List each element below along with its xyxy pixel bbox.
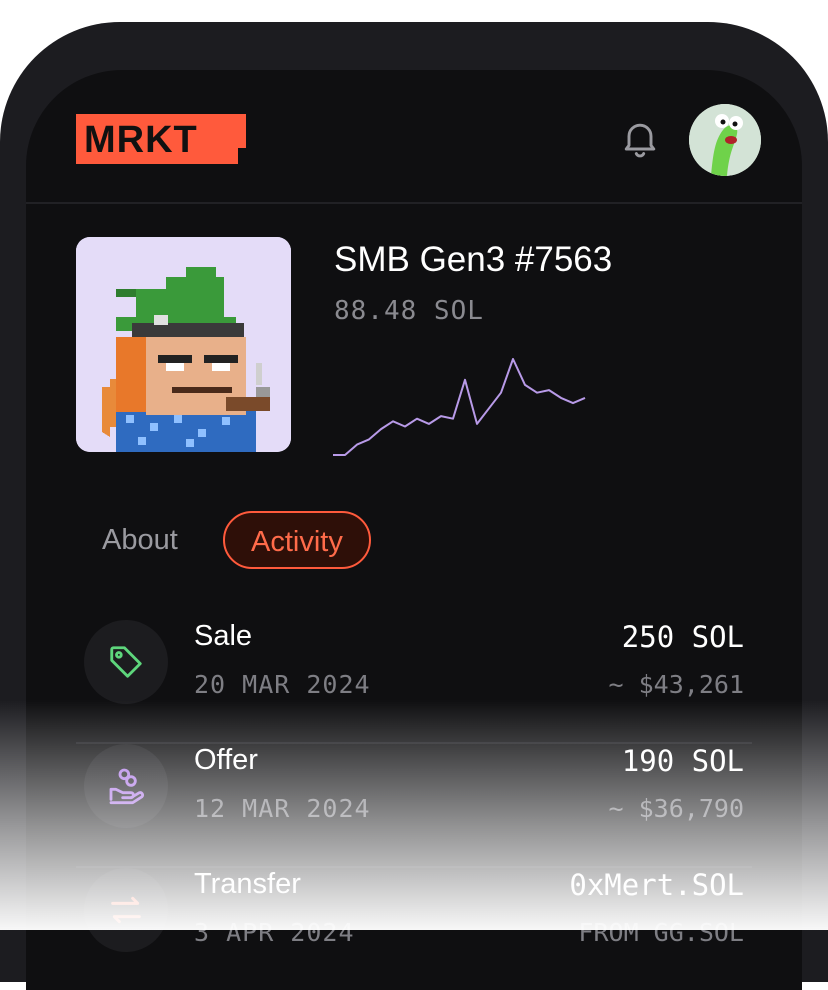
price-sparkline (333, 358, 586, 456)
app-screen: MRKT SMB Gen3 #7563 88.48 SOL About Acti… (26, 70, 802, 990)
user-avatar[interactable] (689, 104, 761, 176)
activity-type: Offer (194, 744, 258, 776)
svg-text:MRKT: MRKT (84, 119, 198, 161)
activity-list: Sale 20 MAR 2024 250 SOL ~ $43,261 Offer… (76, 620, 752, 990)
activity-amount: 250 SOL (621, 620, 744, 654)
nft-price: 88.48 SOL (334, 296, 484, 326)
transfer-arrows-icon (111, 896, 141, 924)
activity-type: Sale (194, 620, 253, 652)
activity-usd-value: ~ $43,261 (608, 670, 744, 699)
activity-date: 3 APR 2024 (194, 918, 355, 947)
tab-about[interactable]: About (102, 511, 178, 569)
activity-row-transfer[interactable]: Transfer 3 APR 2024 0xMert.SOL FROM GG.S… (76, 868, 752, 990)
activity-usd-value: ~ $36,790 (608, 794, 744, 823)
hand-coins-icon-circle (84, 744, 168, 828)
phone-frame: MRKT SMB Gen3 #7563 88.48 SOL About Acti… (0, 22, 828, 990)
activity-amount: 0xMert.SOL (569, 868, 744, 902)
hand-coins-icon (109, 768, 144, 805)
mrkt-logo[interactable]: MRKT (76, 114, 246, 164)
activity-from: FROM GG.SOL (578, 918, 744, 947)
activity-date: 20 MAR 2024 (194, 670, 371, 699)
activity-date: 12 MAR 2024 (194, 794, 371, 823)
activity-row-offer[interactable]: Offer 12 MAR 2024 190 SOL ~ $36,790 (76, 744, 752, 868)
tag-icon (110, 646, 142, 678)
tag-icon-circle (84, 620, 168, 704)
activity-row-sale[interactable]: Sale 20 MAR 2024 250 SOL ~ $43,261 (76, 620, 752, 744)
bell-icon[interactable] (618, 116, 662, 160)
transfer-icon-circle (84, 868, 168, 952)
activity-type: Transfer (194, 868, 301, 900)
price-line (333, 358, 586, 456)
tab-activity[interactable]: Activity (223, 511, 371, 569)
app-header: MRKT (26, 70, 802, 204)
activity-amount: 190 SOL (621, 744, 744, 778)
nft-image[interactable] (76, 237, 291, 452)
nft-title: SMB Gen3 #7563 (334, 240, 613, 279)
